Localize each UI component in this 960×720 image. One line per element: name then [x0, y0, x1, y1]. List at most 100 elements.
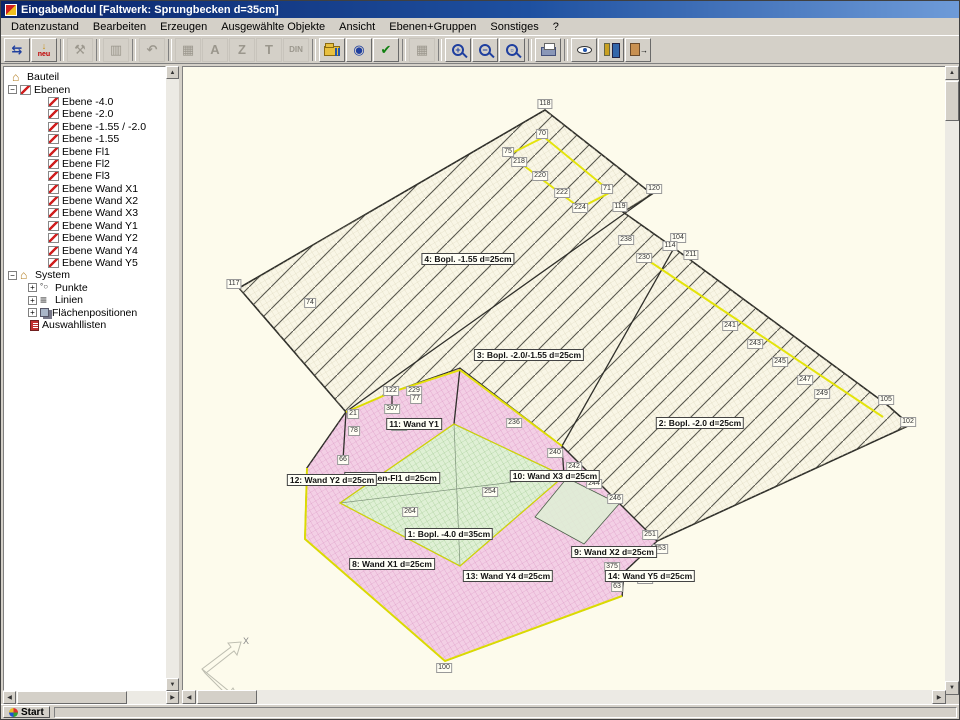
node-label: 211 — [683, 250, 698, 260]
menu-erzeugen[interactable]: Erzeugen — [154, 20, 213, 34]
tree-item-ebene-wand-y4[interactable]: Ebene Wand Y4 — [4, 244, 165, 256]
canvas-vscrollbar[interactable]: ▲ ▼ — [945, 66, 959, 695]
tree-item-label: Ebene Wand Y4 — [62, 245, 138, 257]
tree-item-ebene-fl2[interactable]: Ebene Fl2 — [4, 158, 165, 170]
canvas-hscrollbar[interactable]: ◀ ▶ — [182, 690, 946, 704]
title-bar: EingabeModul [Faltwerk: Sprungbecken d=3… — [1, 1, 959, 18]
node-label: 230 — [636, 253, 652, 263]
axis-indicator — [202, 642, 241, 695]
tree-item-label: Auswahllisten — [42, 319, 106, 331]
tree-item-label: Ebene Wand Y2 — [62, 232, 138, 244]
expand-icon[interactable]: + — [28, 308, 37, 317]
zoom-out-icon[interactable]: − — [472, 38, 498, 62]
mesh-generator-icon[interactable]: ◉ — [346, 38, 372, 62]
collapse-icon[interactable]: − — [8, 85, 17, 94]
tree-item-ebene-wand-y2[interactable]: Ebene Wand Y2 — [4, 232, 165, 244]
menu-ausgew-hlte-objekte[interactable]: Ausgewählte Objekte — [215, 20, 331, 34]
menu-[interactable]: ? — [547, 20, 565, 34]
menu-datenzustand[interactable]: Datenzustand — [5, 20, 85, 34]
tree-item-linien[interactable]: +Linien — [4, 294, 165, 306]
canvas-vscroll-thumb[interactable] — [945, 81, 959, 121]
canvas-scroll-left-icon[interactable]: ◀ — [182, 690, 196, 704]
tree-item-ebene-1-55-2-0[interactable]: Ebene -1.55 / -2.0 — [4, 121, 165, 133]
start-label: Start — [21, 707, 44, 718]
tools-icon[interactable]: ⚒ — [67, 38, 93, 62]
tree-item-ebene-wand-x1[interactable]: Ebene Wand X1 — [4, 183, 165, 195]
node-label: 74 — [304, 298, 316, 308]
tree-item-ebenen[interactable]: −Ebenen — [4, 83, 165, 95]
plate-label-12: 12: Wand Y2 d=25cm — [287, 474, 377, 486]
node-label: 245 — [772, 357, 788, 367]
tree-scroll-right-icon[interactable]: ▶ — [166, 691, 179, 704]
plate-label-8: 8: Wand X1 d=25cm — [349, 558, 435, 570]
menu-bearbeiten[interactable]: Bearbeiten — [87, 20, 152, 34]
menu-ansicht[interactable]: Ansicht — [333, 20, 381, 34]
folder-positions-icon[interactable] — [319, 38, 345, 62]
plate-label-13: 13: Wand Y4 d=25cm — [463, 570, 553, 582]
tree-hscrollbar[interactable]: ◀ ▶ — [3, 691, 179, 704]
canvas-scroll-right-icon[interactable]: ▶ — [932, 690, 946, 704]
sheet-icon — [48, 109, 59, 119]
data-transfer-icon[interactable]: ⇆ — [4, 38, 30, 62]
tree-item-bauteil[interactable]: Bauteil — [4, 71, 165, 83]
tree-item-ebene-fl3[interactable]: Ebene Fl3 — [4, 170, 165, 182]
tree-item-fl-chenpositionen[interactable]: +Flächenpositionen — [4, 306, 165, 318]
node-label: 254 — [482, 487, 498, 497]
section-z-icon[interactable]: Z — [229, 38, 255, 62]
zoom-window-icon[interactable]: ▫ — [499, 38, 525, 62]
grid-icon[interactable]: ▦ — [175, 38, 201, 62]
tree-item-ebene-1-55[interactable]: Ebene -1.55 — [4, 133, 165, 145]
start-button[interactable]: Start — [3, 706, 50, 718]
exit-icon[interactable] — [625, 38, 651, 62]
tree-vscrollbar[interactable]: ▲ ▼ — [166, 66, 179, 691]
tree-item-label: Ebene -1.55 / -2.0 — [62, 121, 146, 133]
new-icon[interactable]: ↓neu — [31, 38, 57, 62]
node-label: 224 — [572, 203, 588, 213]
toolbar: ⇆↓neu⚒▥↶▦AZTDIN◉✔▦+−▫ — [1, 36, 959, 64]
tree-scroll-up-icon[interactable]: ▲ — [166, 66, 179, 79]
tree-item-ebene-fl1[interactable]: Ebene Fl1 — [4, 145, 165, 157]
wall-table-icon[interactable]: A — [202, 38, 228, 62]
view-options-icon[interactable] — [571, 38, 597, 62]
tree-item-ebene-wand-x3[interactable]: Ebene Wand X3 — [4, 207, 165, 219]
tree-scroll-left-icon[interactable]: ◀ — [3, 691, 16, 704]
tree-item-ebene-4-0[interactable]: Ebene -4.0 — [4, 96, 165, 108]
print-icon[interactable] — [535, 38, 561, 62]
expand-icon[interactable]: + — [28, 283, 37, 292]
undo-icon[interactable]: ↶ — [139, 38, 165, 62]
sheet-icon — [48, 122, 59, 132]
tree-item-ebene-wand-x2[interactable]: Ebene Wand X2 — [4, 195, 165, 207]
support-t-icon[interactable]: T — [256, 38, 282, 62]
menu-sonstiges[interactable]: Sonstiges — [484, 20, 544, 34]
node-label: 249 — [814, 389, 830, 399]
expand-icon[interactable]: + — [28, 296, 37, 305]
model-viewport[interactable]: X Y 117741187075218220222224711201191041… — [182, 66, 946, 695]
collapse-icon[interactable]: − — [8, 271, 17, 280]
canvas-hscroll-thumb[interactable] — [197, 690, 257, 704]
tree-item-auswahllisten[interactable]: Auswahllisten — [4, 319, 165, 331]
din-icon[interactable]: DIN — [283, 38, 309, 62]
canvas-scroll-down-icon[interactable]: ▼ — [945, 681, 959, 695]
tree-item-label: Ebene Wand X1 — [62, 183, 138, 195]
taskbar-strip[interactable] — [54, 707, 957, 718]
tree-item-label: Ebene Fl1 — [62, 146, 110, 158]
sheet-icon — [48, 196, 59, 206]
check-book-icon[interactable]: ✔ — [373, 38, 399, 62]
zoom-in-icon[interactable]: + — [445, 38, 471, 62]
tree-item-system[interactable]: −System — [4, 269, 165, 281]
database-icon[interactable]: ▥ — [103, 38, 129, 62]
node-label: 246 — [607, 494, 623, 504]
node-label: 218 — [511, 157, 527, 167]
tree-item-ebene-wand-y1[interactable]: Ebene Wand Y1 — [4, 220, 165, 232]
node-label: 220 — [532, 171, 548, 181]
canvas-scroll-up-icon[interactable]: ▲ — [945, 66, 959, 80]
tree-item-ebene-2-0[interactable]: Ebene -2.0 — [4, 108, 165, 120]
menu-ebenen-gruppen[interactable]: Ebenen+Gruppen — [383, 20, 482, 34]
tree-item-punkte[interactable]: +Punkte — [4, 282, 165, 294]
tree-item-ebene-wand-y5[interactable]: Ebene Wand Y5 — [4, 257, 165, 269]
raster-icon[interactable]: ▦ — [409, 38, 435, 62]
manual-icon[interactable] — [598, 38, 624, 62]
tree-scroll-down-icon[interactable]: ▼ — [166, 678, 179, 691]
plate-label-14: 14: Wand Y5 d=25cm — [605, 570, 695, 582]
tree-hscroll-thumb[interactable] — [17, 691, 127, 704]
